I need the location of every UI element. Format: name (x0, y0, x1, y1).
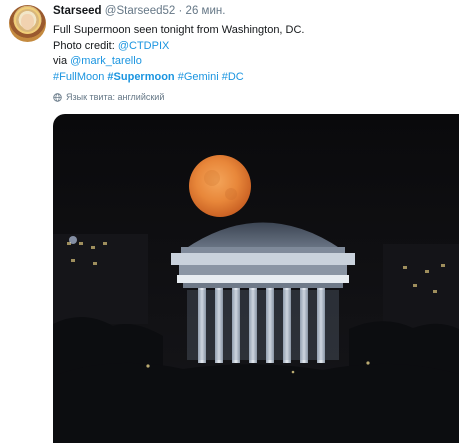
language-note: Язык твита: английский (53, 92, 164, 102)
timestamp[interactable]: 26 мин. (186, 5, 226, 17)
memorial-portico (171, 253, 355, 363)
via-mention-link[interactable]: @mark_tarello (70, 55, 142, 67)
avatar[interactable] (9, 5, 46, 42)
tweet-text: Full Supermoon seen tonight from Washing… (53, 23, 453, 85)
full-moon (189, 155, 251, 217)
avatar-face (21, 14, 34, 30)
hashtag-gemini[interactable]: #Gemini (178, 71, 219, 83)
globe-icon (53, 92, 62, 102)
hashtag-row: #FullMoon #Supermoon #Gemini #DC (53, 70, 453, 86)
separator-dot: · (178, 5, 183, 17)
hashtag-supermoon[interactable]: #Supermoon (107, 71, 174, 83)
user-handle[interactable]: @Starseed52 (105, 5, 176, 17)
tweet-text-line: via @mark_tarello (53, 54, 453, 70)
tweet-text-line: Full Supermoon seen tonight from Washing… (53, 24, 305, 36)
tweet-photo[interactable] (53, 114, 459, 443)
credit-mention-link[interactable]: @CTDPIX (118, 40, 170, 52)
tweet-header: Starseed @Starseed52 · 26 мин. (53, 5, 225, 17)
display-name[interactable]: Starseed (53, 5, 102, 17)
via-prefix: via (53, 55, 71, 67)
tweet-text-line: Photo credit: @CTDPIX (53, 39, 453, 55)
hashtag-dc[interactable]: #DC (222, 71, 244, 83)
credit-prefix: Photo credit: (53, 39, 118, 52)
supermoon-photo (53, 114, 459, 443)
hashtag-fullmoon[interactable]: #FullMoon (53, 71, 104, 83)
language-note-text: Язык твита: английский (66, 92, 165, 102)
